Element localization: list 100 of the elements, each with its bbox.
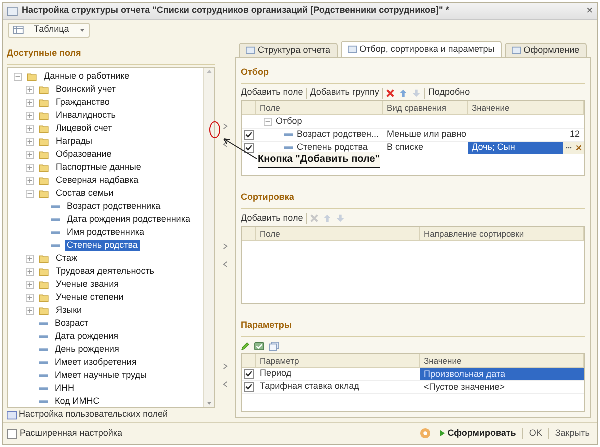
- tree-item[interactable]: Имеет научные труды: [53, 370, 149, 381]
- tree-item[interactable]: Северная надбавка: [54, 175, 141, 186]
- add-field-button[interactable]: Добавить поле: [241, 212, 304, 226]
- tree-item[interactable]: Трудовая деятельность: [54, 266, 156, 277]
- tree-item[interactable]: Состав семьи: [54, 188, 116, 199]
- expand-icon[interactable]: [26, 98, 34, 106]
- expand-icon[interactable]: [26, 306, 34, 314]
- tree-item[interactable]: Ученые степени: [54, 292, 126, 303]
- tree-item[interactable]: Данные о работнике: [42, 71, 132, 82]
- collapse-icon[interactable]: [26, 190, 34, 198]
- table-cell[interactable]: <Пустое значение>: [420, 381, 584, 393]
- tree-item[interactable]: Дата рождения родственника: [65, 214, 192, 225]
- expand-icon[interactable]: [26, 138, 34, 146]
- move-down-icon[interactable]: [336, 214, 346, 223]
- column-header: Поле: [256, 101, 383, 114]
- expand-icon[interactable]: [26, 268, 34, 276]
- table-cell-text: Возраст родствен...: [297, 128, 380, 142]
- dialog-button[interactable]: Закрыть: [552, 426, 593, 440]
- move-up-icon[interactable]: [323, 214, 332, 223]
- collapse-icon[interactable]: [264, 118, 272, 126]
- tree-item[interactable]: Инвалидность: [54, 110, 118, 121]
- tree-item[interactable]: Стаж: [54, 253, 80, 264]
- tree-item[interactable]: Имеет изобретения: [53, 357, 139, 368]
- scrollbar[interactable]: [203, 68, 214, 407]
- expand-icon[interactable]: [26, 86, 34, 94]
- generate-button[interactable]: Сформировать: [436, 426, 520, 440]
- expand-icon[interactable]: [26, 150, 34, 158]
- tree-item[interactable]: Лицевой счет: [54, 123, 114, 134]
- expand-icon[interactable]: [26, 124, 34, 132]
- tab-icon: [348, 45, 357, 54]
- chevron-right-icon: [222, 362, 228, 370]
- details-button[interactable]: Подробно: [428, 86, 470, 100]
- checkbox[interactable]: [7, 428, 17, 438]
- tree-item[interactable]: День рождения: [53, 344, 122, 355]
- help-icon[interactable]: [420, 428, 431, 439]
- expand-icon[interactable]: [26, 112, 34, 120]
- tree-item[interactable]: Дата рождения: [53, 331, 120, 342]
- collapse-icon[interactable]: [14, 72, 22, 80]
- checkbox[interactable]: [244, 369, 254, 379]
- checkbox[interactable]: [244, 143, 254, 153]
- scroll-up-icon[interactable]: [206, 70, 212, 73]
- checklist-icon[interactable]: [254, 342, 265, 350]
- tab-icon: [512, 46, 521, 55]
- move-down-icon[interactable]: [412, 88, 422, 98]
- annotation-circle: [209, 121, 221, 139]
- tree-item[interactable]: ИНН: [53, 383, 76, 394]
- tree-item[interactable]: Код ИМНС: [53, 396, 102, 407]
- move-up-icon[interactable]: [399, 88, 408, 98]
- expand-icon[interactable]: [26, 164, 34, 172]
- table-cell-text: Период: [259, 367, 293, 380]
- expand-icon[interactable]: [26, 294, 34, 302]
- add-group-button[interactable]: Добавить группу: [310, 86, 380, 100]
- tree-item[interactable]: Имя родственника: [65, 227, 147, 238]
- tree-item[interactable]: Воинский учет: [54, 84, 118, 95]
- tree-item[interactable]: Награды: [54, 136, 95, 147]
- tab-icon: [246, 46, 255, 55]
- value-field[interactable]: Дочь; Сын: [468, 142, 584, 154]
- group-label: Отбор: [276, 114, 302, 128]
- chevron-right-icon: [222, 122, 228, 130]
- clear-icon[interactable]: [576, 145, 582, 151]
- table-cell-text: Дочь; Сын: [471, 141, 516, 154]
- table-cell-text: Тарифная ставка оклад: [259, 380, 360, 394]
- tab[interactable]: Структура отчета: [239, 43, 338, 57]
- close-button[interactable]: ×: [586, 5, 593, 17]
- delete-icon[interactable]: [386, 88, 396, 98]
- tree-item[interactable]: Степень родства: [65, 240, 140, 251]
- table-cell[interactable]: Произвольная дата: [420, 368, 584, 380]
- section-title: Сортировка: [241, 192, 294, 202]
- dialog-button[interactable]: OK: [526, 426, 546, 440]
- tree-item[interactable]: Возраст родственника: [65, 201, 163, 212]
- tree-item[interactable]: Ученые звания: [54, 279, 122, 290]
- add-field-button[interactable]: Добавить поле: [241, 86, 304, 100]
- column-header: Вид сравнения: [383, 101, 468, 114]
- table-cell-text: Меньше или равно: [386, 128, 468, 142]
- tab[interactable]: Отбор, сортировка и параметры: [340, 41, 502, 57]
- table-cell-text: В списке: [386, 141, 424, 154]
- section-title: Отбор: [241, 67, 269, 77]
- window-title: Настройка структуры отчета "Списки сотрудников организаций [Родственники сотрудников]" *: [22, 4, 450, 18]
- custom-fields-link[interactable]: Настройка пользовательских полей: [19, 408, 168, 422]
- section-title: Доступные поля: [7, 48, 82, 58]
- tree-item[interactable]: Гражданство: [54, 97, 112, 108]
- view-dropdown[interactable]: Таблица: [8, 22, 90, 38]
- tree-item[interactable]: Возраст: [53, 318, 91, 329]
- checkbox[interactable]: [244, 130, 254, 140]
- expand-icon[interactable]: [26, 176, 34, 184]
- column-header: Значение: [468, 101, 584, 114]
- tab[interactable]: Оформление: [504, 43, 587, 57]
- pencil-icon[interactable]: [241, 342, 250, 350]
- chevron-right-icon: [222, 242, 228, 250]
- chevron-left-icon: [222, 140, 228, 148]
- tree-item[interactable]: Паспортные данные: [54, 162, 144, 173]
- tree-item[interactable]: Языки: [54, 305, 84, 316]
- expand-icon[interactable]: [26, 254, 34, 262]
- checkbox[interactable]: [244, 382, 254, 392]
- chevron-left-icon: [222, 380, 228, 388]
- copy-icon[interactable]: [269, 342, 280, 350]
- column-header: Значение: [420, 354, 584, 367]
- tree-item[interactable]: Образование: [54, 149, 114, 160]
- expand-icon[interactable]: [26, 280, 34, 288]
- scroll-down-icon[interactable]: [206, 402, 212, 405]
